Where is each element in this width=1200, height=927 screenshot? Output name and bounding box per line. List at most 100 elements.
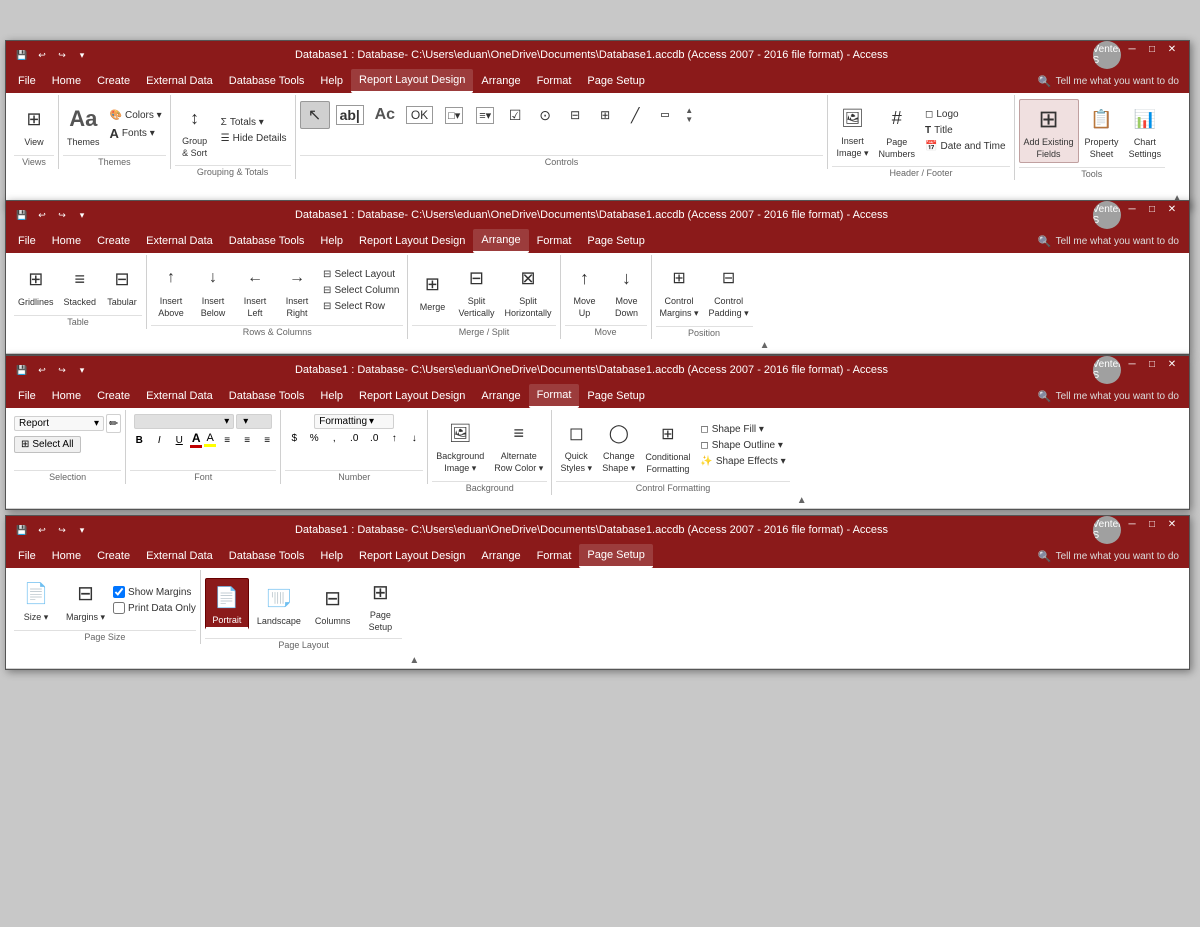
hide-details-btn[interactable]: ☰ Hide Details xyxy=(217,131,291,146)
menu-home-1[interactable]: Home xyxy=(44,69,89,93)
report-dropdown[interactable]: Report ▾ xyxy=(14,416,104,431)
shape-fill-btn[interactable]: ◻ Shape Fill ▾ xyxy=(696,422,789,437)
highlight-color-btn[interactable]: A xyxy=(204,432,216,448)
menu-create-3[interactable]: Create xyxy=(89,384,138,408)
ribbon-collapse-btn-4[interactable]: ▲ xyxy=(406,655,422,666)
page-setup-btn[interactable]: ⊞ Page Setup xyxy=(358,574,402,634)
menu-file-4[interactable]: File xyxy=(10,544,44,568)
themes-btn[interactable]: Aa Themes xyxy=(63,100,104,150)
menu-page-setup-3[interactable]: Page Setup xyxy=(579,384,653,408)
num-extra1[interactable]: ↑ xyxy=(385,431,403,446)
stacked-btn[interactable]: ≡ Stacked xyxy=(60,260,101,310)
shape-outline-btn[interactable]: ◻ Shape Outline ▾ xyxy=(696,438,789,453)
listbox-btn[interactable]: ≡▾ xyxy=(471,104,499,127)
fonts-btn[interactable]: A Fonts ▾ xyxy=(106,124,166,143)
save-icon-4[interactable]: 💾 xyxy=(14,522,30,538)
totals-btn[interactable]: Σ Totals ▾ xyxy=(217,115,291,130)
shape-effects-btn[interactable]: ✨ Shape Effects ▾ xyxy=(696,454,789,469)
line-btn[interactable]: ╱ xyxy=(621,104,649,127)
merge-btn[interactable]: ⊞ Merge xyxy=(412,265,452,315)
minimize-btn-3[interactable]: ─ xyxy=(1123,356,1141,372)
property-sheet-btn[interactable]: 📋 Property Sheet xyxy=(1081,100,1123,162)
redo-icon[interactable]: ↪ xyxy=(54,47,70,63)
menu-external-data-2[interactable]: External Data xyxy=(138,229,221,253)
conditional-formatting-btn[interactable]: ⊞ Conditional Formatting xyxy=(641,415,694,477)
align-left-btn[interactable]: ≡ xyxy=(218,433,236,448)
menu-arrange-3[interactable]: Arrange xyxy=(473,384,528,408)
tell-me-1[interactable]: Tell me what you want to do xyxy=(1056,76,1179,87)
select-layout-btn[interactable]: ⊟ Select Layout xyxy=(319,267,403,282)
quick-styles-btn[interactable]: ◻ Quick Styles ▾ xyxy=(556,414,596,477)
tab-ctrl-btn[interactable]: ⊟ xyxy=(561,105,589,125)
print-data-only-checkbox[interactable] xyxy=(113,602,125,614)
percent-btn[interactable]: % xyxy=(305,431,323,446)
close-btn-4[interactable]: ✕ xyxy=(1163,516,1181,532)
dec-dec-btn[interactable]: .0 xyxy=(365,431,383,446)
logo-btn[interactable]: ◻ Logo xyxy=(921,107,1010,122)
menu-help-1[interactable]: Help xyxy=(312,69,351,93)
background-image-btn[interactable]: 🖼 Background Image ▾ xyxy=(432,414,488,477)
minimize-btn-1[interactable]: ─ xyxy=(1123,41,1141,57)
tabular-btn[interactable]: ⊟ Tabular xyxy=(102,260,142,310)
menu-database-tools-3[interactable]: Database Tools xyxy=(221,384,313,408)
menu-external-data-1[interactable]: External Data xyxy=(138,69,221,93)
menu-help-2[interactable]: Help xyxy=(312,229,351,253)
menu-format-1[interactable]: Format xyxy=(529,69,580,93)
insert-left-btn[interactable]: ← Insert Left xyxy=(235,259,275,321)
maximize-btn-4[interactable]: □ xyxy=(1143,516,1161,532)
print-data-only-label[interactable]: Print Data Only xyxy=(113,602,196,614)
label-btn[interactable]: Ac xyxy=(370,103,400,127)
menu-database-tools-2[interactable]: Database Tools xyxy=(221,229,313,253)
split-horizontally-btn[interactable]: ⊠ Split Horizontally xyxy=(500,259,555,321)
show-margins-label[interactable]: Show Margins xyxy=(113,586,196,598)
dropdown-icon-3[interactable]: ▾ xyxy=(74,362,90,378)
menu-format-2[interactable]: Format xyxy=(529,229,580,253)
close-btn-1[interactable]: ✕ xyxy=(1163,41,1181,57)
menu-external-data-3[interactable]: External Data xyxy=(138,384,221,408)
select-all-btn[interactable]: ⊞ Select All xyxy=(14,436,81,453)
portrait-btn[interactable]: 📄 Portrait xyxy=(205,578,249,630)
menu-page-setup-1[interactable]: Page Setup xyxy=(579,69,653,93)
menu-help-4[interactable]: Help xyxy=(312,544,351,568)
dropdown-icon-2[interactable]: ▾ xyxy=(74,207,90,223)
move-up-btn[interactable]: ↑ Move Up xyxy=(565,259,605,321)
save-icon[interactable]: 💾 xyxy=(14,47,30,63)
menu-home-2[interactable]: Home xyxy=(44,229,89,253)
menu-external-data-4[interactable]: External Data xyxy=(138,544,221,568)
ribbon-collapse-btn-3[interactable]: ▲ xyxy=(794,495,810,506)
font-size-dropdown[interactable]: ▾ xyxy=(236,414,272,429)
show-margins-checkbox[interactable] xyxy=(113,586,125,598)
combobox-btn[interactable]: □▾ xyxy=(439,104,469,127)
insert-right-btn[interactable]: → Insert Right xyxy=(277,259,317,321)
size-btn[interactable]: 📄 Size ▾ xyxy=(14,576,58,625)
select-column-btn[interactable]: ⊟ Select Column xyxy=(319,283,403,298)
tell-me-2[interactable]: Tell me what you want to do xyxy=(1056,236,1179,247)
currency-btn[interactable]: $ xyxy=(285,431,303,446)
add-existing-fields-btn[interactable]: ⊞ Add Existing Fields xyxy=(1019,99,1079,163)
undo-icon-2[interactable]: ↩ xyxy=(34,207,50,223)
menu-arrange-4[interactable]: Arrange xyxy=(473,544,528,568)
menu-report-layout-2[interactable]: Report Layout Design xyxy=(351,229,473,253)
redo-icon-3[interactable]: ↪ xyxy=(54,362,70,378)
menu-create-2[interactable]: Create xyxy=(89,229,138,253)
margins-btn[interactable]: ⊟ Margins ▾ xyxy=(60,576,111,625)
colors-btn[interactable]: 🎨 Colors ▾ xyxy=(106,108,166,123)
italic-btn[interactable]: I xyxy=(150,433,168,448)
select-btn[interactable]: ↖ xyxy=(300,101,330,129)
menu-help-3[interactable]: Help xyxy=(312,384,351,408)
split-vertically-btn[interactable]: ⊟ Split Vertically xyxy=(454,259,498,321)
undo-icon-4[interactable]: ↩ xyxy=(34,522,50,538)
checkbox-ctrl-btn[interactable]: ☑ xyxy=(501,104,529,127)
move-down-btn[interactable]: ↓ Move Down xyxy=(607,259,647,321)
menu-format-4[interactable]: Format xyxy=(529,544,580,568)
align-center-btn[interactable]: ≡ xyxy=(238,433,256,448)
close-btn-2[interactable]: ✕ xyxy=(1163,201,1181,217)
menu-page-setup-2[interactable]: Page Setup xyxy=(579,229,653,253)
comma-btn[interactable]: , xyxy=(325,431,343,446)
group-sort-btn[interactable]: ↕ Group & Sort xyxy=(175,99,215,161)
maximize-btn-1[interactable]: □ xyxy=(1143,41,1161,57)
menu-format-3[interactable]: Format xyxy=(529,384,580,408)
maximize-btn-2[interactable]: □ xyxy=(1143,201,1161,217)
close-btn-3[interactable]: ✕ xyxy=(1163,356,1181,372)
gridlines-btn[interactable]: ⊞ Gridlines xyxy=(14,260,58,310)
